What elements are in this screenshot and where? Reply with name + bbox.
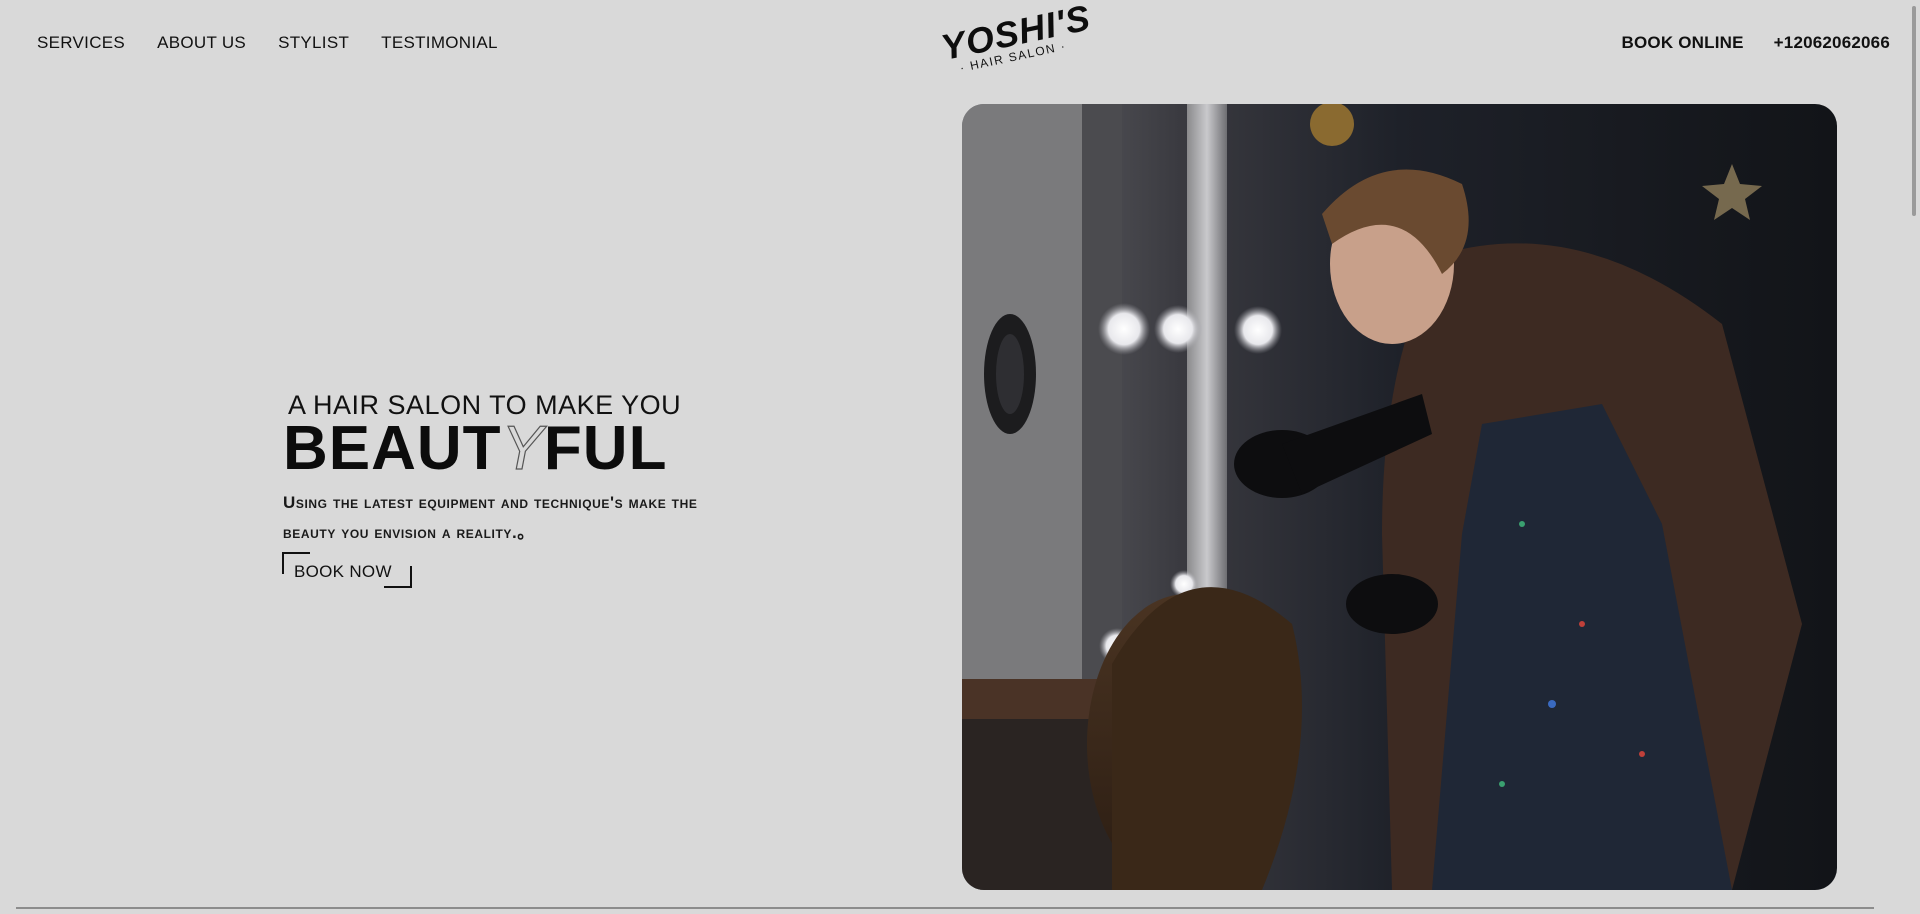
- headline-outline-letter: Y: [501, 413, 544, 483]
- hero-headline: BEAUT Y FUL: [283, 413, 668, 484]
- bottom-divider: [16, 907, 1874, 909]
- book-now-label: BOOK NOW: [294, 562, 392, 581]
- nav-about-us-link[interactable]: ABOUT US: [157, 33, 246, 53]
- nav-stylist-link[interactable]: STYLIST: [278, 33, 349, 53]
- headline-part2: FUL: [543, 414, 668, 483]
- stylist-photo-illustration: [962, 104, 1837, 890]
- book-now-button[interactable]: BOOK NOW: [282, 552, 412, 588]
- primary-nav: SERVICES ABOUT US STYLIST TESTIMONIAL: [37, 33, 498, 53]
- phone-link[interactable]: +12062062066: [1774, 33, 1890, 53]
- vertical-scrollbar[interactable]: [1906, 0, 1920, 914]
- page: SERVICES ABOUT US STYLIST TESTIMONIAL YO…: [0, 0, 1920, 914]
- book-online-link[interactable]: BOOK ONLINE: [1622, 33, 1744, 53]
- scrollbar-thumb[interactable]: [1912, 6, 1916, 216]
- nav-testimonial-link[interactable]: TESTIMONIAL: [381, 33, 498, 53]
- hero-description: Using the latest equipment and technique…: [283, 493, 698, 542]
- nav-services-link[interactable]: SERVICES: [37, 33, 125, 53]
- headline-part1: BEAUT: [283, 414, 502, 483]
- hero-photo: [962, 104, 1837, 890]
- brand-logo[interactable]: YOSHI'S · HAIR SALON ·: [937, 0, 1094, 104]
- secondary-nav: BOOK ONLINE +12062062066: [1622, 33, 1891, 53]
